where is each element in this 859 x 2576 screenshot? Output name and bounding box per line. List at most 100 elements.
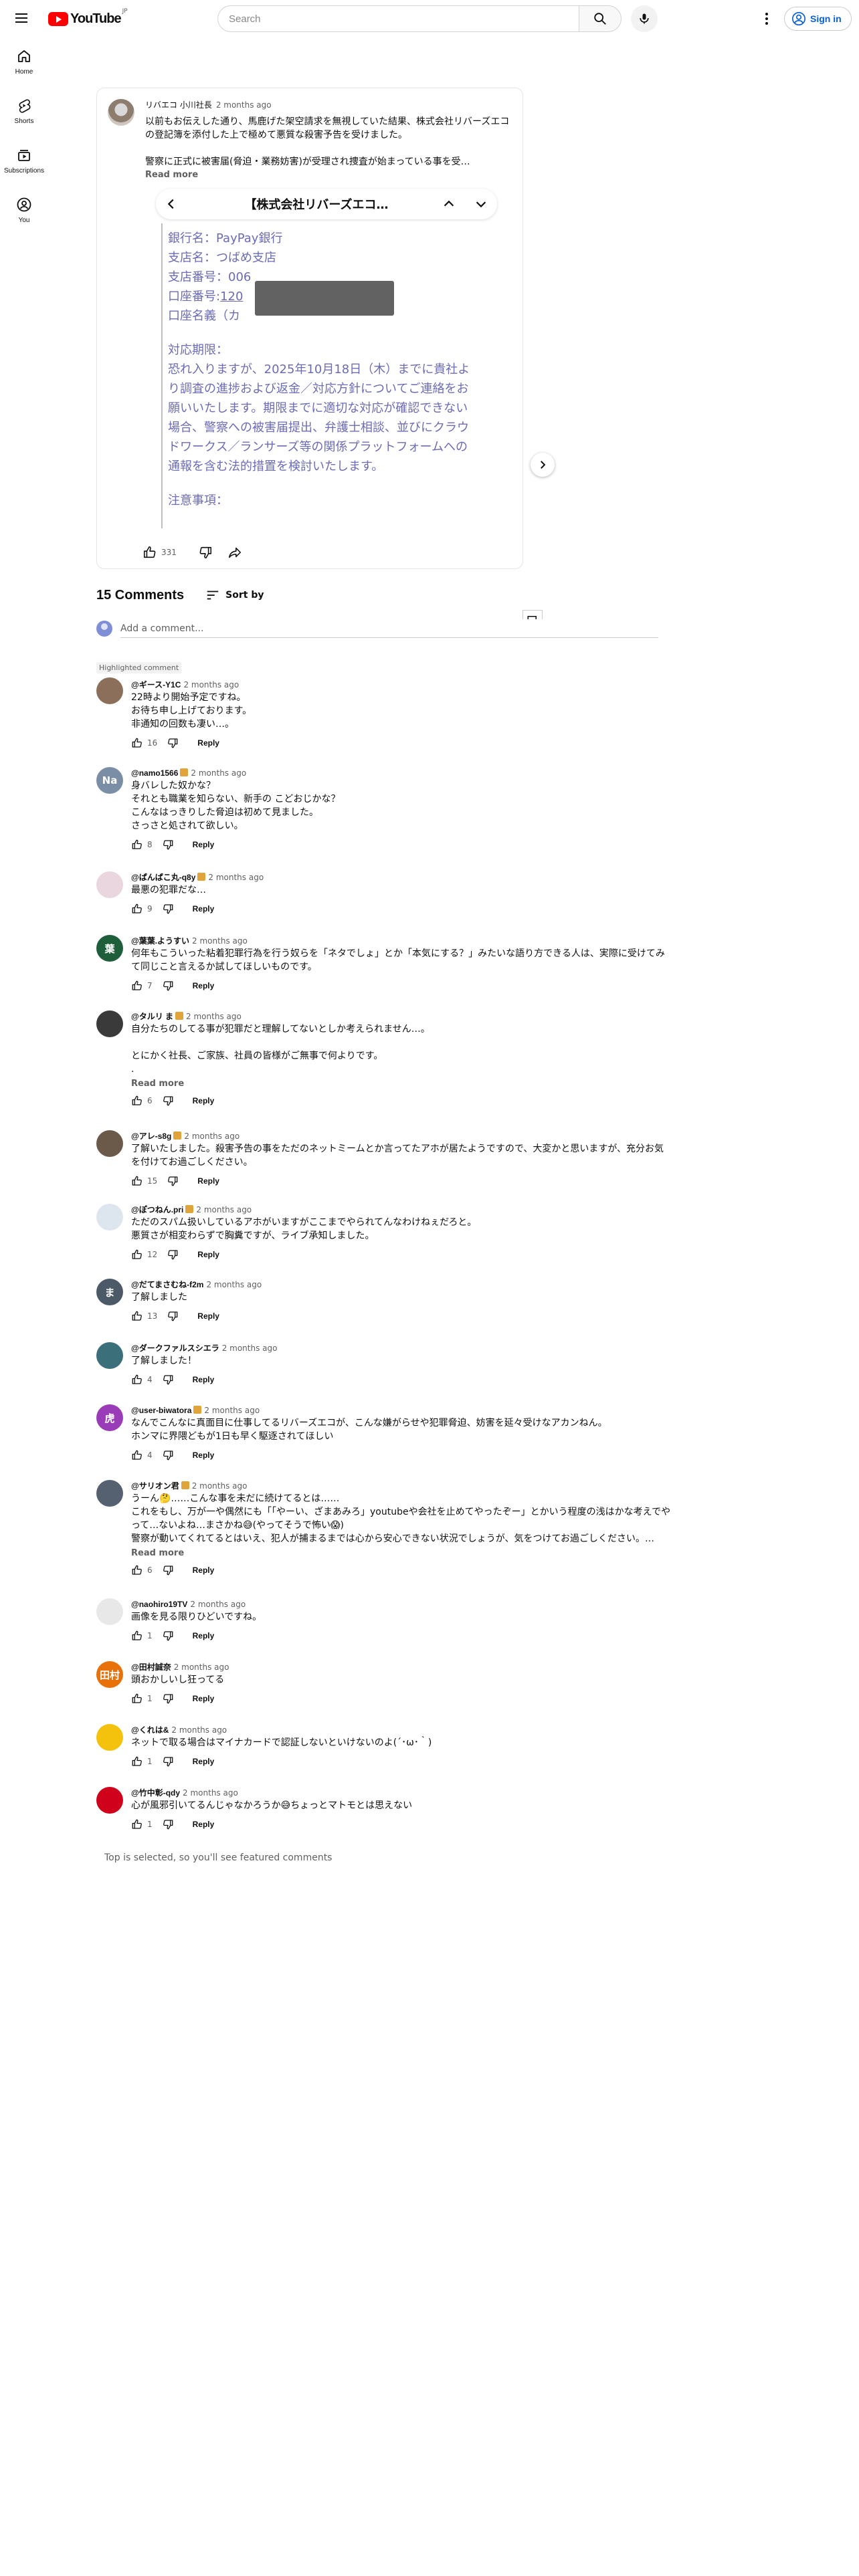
comment-author[interactable]: @サリオン君 — [131, 1481, 179, 1491]
comment-time[interactable]: 2 months ago — [186, 1012, 242, 1021]
read-more-button[interactable]: Read more — [145, 169, 513, 182]
comment-author[interactable]: @ぱんぱこ丸-q8y — [131, 873, 195, 882]
comment-time[interactable]: 2 months ago — [204, 1406, 260, 1415]
comment-avatar[interactable]: ま — [96, 1279, 123, 1305]
comment-like-button[interactable] — [131, 1818, 143, 1830]
comment-dislike-button[interactable] — [167, 1175, 179, 1187]
next-image-button[interactable] — [531, 453, 555, 477]
comment-avatar[interactable]: 田村 — [96, 1661, 123, 1688]
comment-avatar[interactable] — [96, 1724, 123, 1751]
comment-avatar[interactable] — [96, 677, 123, 704]
sidebar-item-home[interactable]: Home — [0, 37, 48, 87]
channel-avatar[interactable] — [108, 99, 134, 126]
comment-time[interactable]: 2 months ago — [206, 1280, 262, 1289]
comment-time[interactable]: 2 months ago — [171, 1725, 227, 1735]
comment-dislike-button[interactable] — [162, 1693, 174, 1705]
comment-dislike-button[interactable] — [162, 1095, 174, 1107]
reply-button[interactable]: Reply — [193, 1451, 215, 1460]
comment-author[interactable]: @田村誠奈 — [131, 1662, 171, 1672]
post-author[interactable]: リバエコ 小川社長 — [145, 100, 212, 110]
youtube-logo[interactable]: YouTube JP — [48, 8, 128, 27]
comment-author[interactable]: @くれは& — [131, 1725, 169, 1735]
comment-author[interactable]: @ギース-Y1C — [131, 680, 181, 689]
add-comment-input[interactable] — [120, 619, 658, 638]
comment-like-button[interactable] — [131, 1310, 143, 1322]
reply-button[interactable]: Reply — [193, 1820, 215, 1829]
comment-dislike-button[interactable] — [162, 903, 174, 915]
comment-like-button[interactable] — [131, 1095, 143, 1107]
reply-button[interactable]: Reply — [197, 1250, 219, 1259]
comment-time[interactable]: 2 months ago — [192, 936, 248, 946]
comment-author[interactable]: @竹中彰-qdy — [131, 1788, 180, 1798]
sort-by-button[interactable]: Sort by — [205, 588, 264, 603]
comment-like-button[interactable] — [131, 1755, 143, 1767]
sidebar-item-subscriptions[interactable]: Subscriptions — [0, 136, 48, 186]
comment-avatar[interactable]: 虎 — [96, 1404, 123, 1431]
voice-search-button[interactable] — [631, 5, 658, 32]
comment-dislike-button[interactable] — [162, 1564, 174, 1576]
search-input[interactable] — [217, 5, 579, 32]
comment-avatar[interactable]: 葉 — [96, 935, 123, 962]
comment-like-button[interactable] — [131, 1630, 143, 1642]
read-more-button[interactable]: Read more — [131, 1548, 672, 1558]
comment-dislike-button[interactable] — [162, 839, 174, 851]
comment-time[interactable]: 2 months ago — [184, 1132, 240, 1141]
menu-icon[interactable] — [13, 11, 29, 27]
comment-dislike-button[interactable] — [162, 1374, 174, 1386]
comment-like-button[interactable] — [131, 903, 143, 915]
reply-button[interactable]: Reply — [193, 904, 215, 914]
reply-button[interactable]: Reply — [193, 1566, 215, 1575]
comment-time[interactable]: 2 months ago — [183, 1788, 238, 1798]
comment-author[interactable]: @だてまさむね-f2m — [131, 1280, 203, 1289]
sign-in-button[interactable]: Sign in — [784, 7, 852, 31]
comment-author[interactable]: @アレ-s8g — [131, 1132, 171, 1141]
comment-avatar[interactable] — [96, 1130, 123, 1157]
comment-like-button[interactable] — [131, 1693, 143, 1705]
comment-time[interactable]: 2 months ago — [183, 680, 239, 689]
comment-avatar[interactable] — [96, 1204, 123, 1230]
reply-button[interactable]: Reply — [193, 1375, 215, 1384]
comment-time[interactable]: 2 months ago — [190, 1600, 246, 1609]
reply-button[interactable]: Reply — [197, 1311, 219, 1321]
comment-author[interactable]: @ぽつねん.pri — [131, 1205, 183, 1214]
reply-button[interactable]: Reply — [193, 1631, 215, 1640]
comment-avatar[interactable] — [96, 1010, 123, 1037]
comment-like-button[interactable] — [131, 1249, 143, 1261]
comment-author[interactable]: @タルリ ま — [131, 1012, 173, 1021]
comment-dislike-button[interactable] — [162, 1818, 174, 1830]
comment-time[interactable]: 2 months ago — [196, 1205, 252, 1214]
comment-like-button[interactable] — [131, 737, 143, 749]
back-button[interactable] — [156, 197, 187, 211]
like-button[interactable]: 331 — [142, 545, 183, 560]
comment-dislike-button[interactable] — [167, 1310, 179, 1322]
comment-time[interactable]: 2 months ago — [222, 1344, 278, 1353]
reply-button[interactable]: Reply — [197, 1176, 219, 1186]
comment-like-button[interactable] — [131, 839, 143, 851]
comment-author[interactable]: @user-biwatora — [131, 1406, 191, 1415]
post-time[interactable]: 2 months ago — [216, 100, 272, 110]
sidebar-item-shorts[interactable]: Shorts — [0, 87, 48, 136]
comment-time[interactable]: 2 months ago — [192, 1481, 248, 1491]
comment-author[interactable]: @naohiro19TV — [131, 1600, 187, 1609]
comment-dislike-button[interactable] — [162, 980, 174, 992]
comment-like-button[interactable] — [131, 1564, 143, 1576]
reply-button[interactable]: Reply — [193, 981, 215, 990]
comment-author[interactable]: @namo1566 — [131, 768, 178, 778]
comment-dislike-button[interactable] — [162, 1755, 174, 1767]
settings-menu-button[interactable] — [757, 9, 776, 28]
read-more-button[interactable]: Read more — [131, 1079, 672, 1089]
comment-dislike-button[interactable] — [167, 737, 179, 749]
sidebar-item-you[interactable]: You — [0, 186, 48, 235]
comment-like-button[interactable] — [131, 1374, 143, 1386]
comment-time[interactable]: 2 months ago — [208, 873, 264, 882]
comment-like-button[interactable] — [131, 1449, 143, 1461]
comment-like-button[interactable] — [131, 980, 143, 992]
reply-button[interactable]: Reply — [193, 1096, 215, 1105]
scroll-down-button[interactable] — [465, 197, 497, 211]
comment-avatar[interactable] — [96, 1480, 123, 1507]
scroll-up-button[interactable] — [433, 197, 465, 211]
comment-dislike-button[interactable] — [167, 1249, 179, 1261]
reply-button[interactable]: Reply — [197, 738, 219, 748]
reply-button[interactable]: Reply — [193, 1694, 215, 1703]
comment-author[interactable]: @ダークファルスシエラ — [131, 1344, 219, 1353]
